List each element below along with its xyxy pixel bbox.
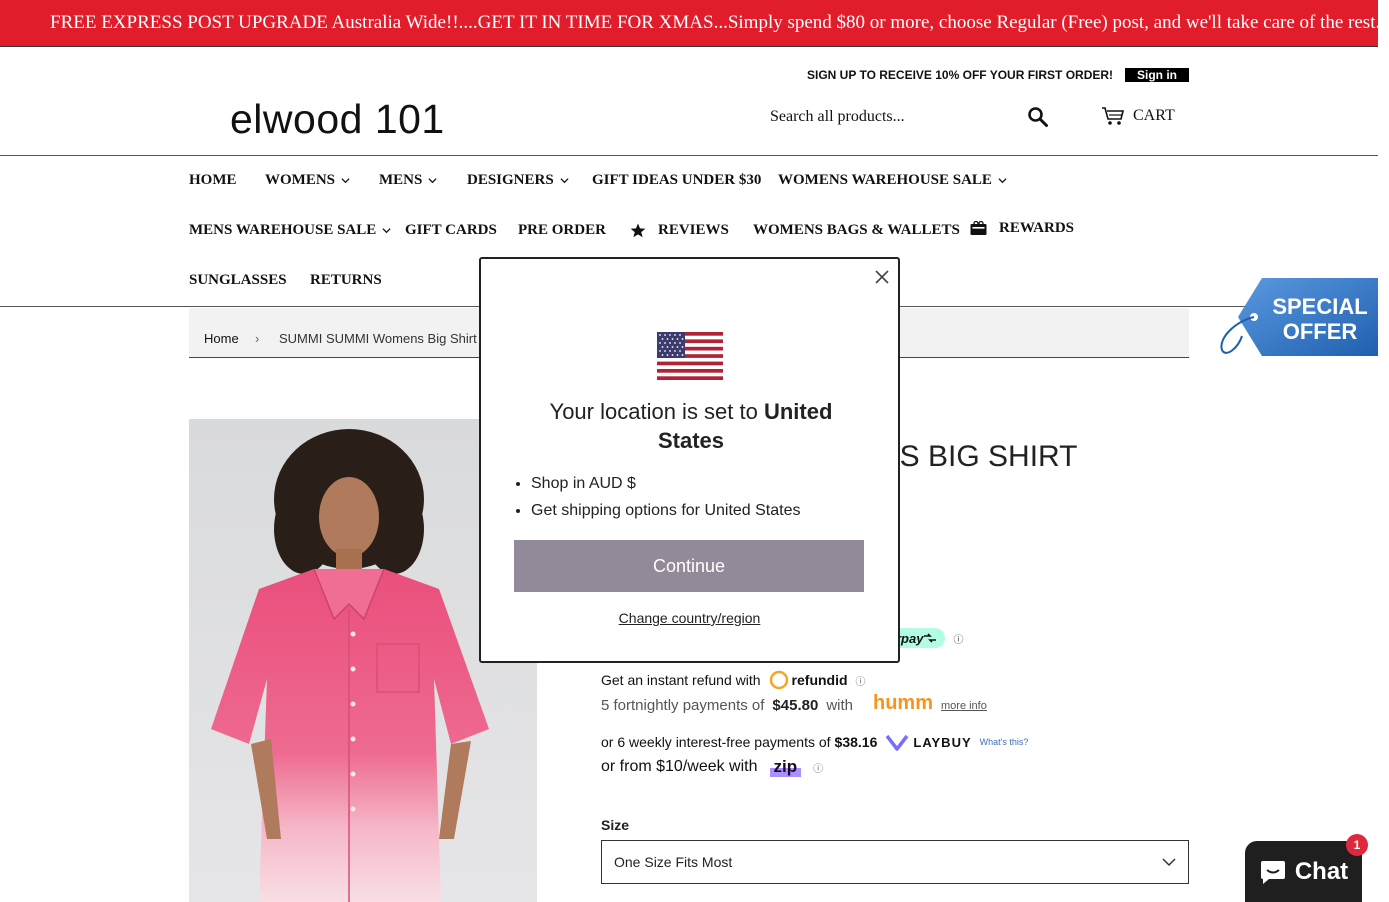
modal-bullet-shipping: Get shipping options for United States — [531, 497, 801, 524]
afterpay-arrows-icon — [924, 633, 937, 643]
site-header: elwood 101 SIGN UP TO RECEIVE 10% OFF YO… — [0, 48, 1378, 156]
humm-logo: humm — [873, 692, 933, 714]
chevron-down-icon — [341, 178, 350, 184]
nav-item-mens-warehouse-sale[interactable]: MENS WAREHOUSE SALE — [189, 222, 391, 239]
search-input[interactable] — [770, 106, 1020, 128]
laybuy-amount: $38.16 — [834, 734, 878, 750]
special-offer-line2: OFFER — [1283, 319, 1358, 344]
us-flag-icon — [657, 332, 723, 380]
cart-link[interactable]: CART — [1101, 105, 1175, 127]
laybuy-logo: LAYBUY — [885, 732, 971, 752]
special-offer-tag[interactable]: SPECIAL OFFER — [1216, 276, 1378, 358]
close-icon[interactable] — [874, 269, 890, 285]
chevron-down-icon — [1162, 858, 1176, 867]
search-button[interactable] — [1027, 106, 1049, 128]
modal-bullet-currency: Shop in AUD $ — [531, 470, 801, 497]
modal-bullet-list: Shop in AUD $ Get shipping options for U… — [531, 470, 801, 524]
chat-notification-badge: 1 — [1346, 834, 1368, 856]
special-offer-badge-icon: SPECIAL OFFER — [1220, 278, 1378, 356]
refundid-row: Get an instant refund with refundid ⓘ — [601, 670, 866, 690]
nav-item-returns[interactable]: RETURNS — [310, 272, 382, 289]
nav-item-mens[interactable]: MENS — [379, 172, 437, 189]
humm-amount: $45.80 — [772, 697, 819, 714]
announcement-text: FREE EXPRESS POST UPGRADE Australia Wide… — [50, 12, 1389, 33]
refundid-ring-icon — [769, 670, 788, 690]
laybuy-row: or 6 weekly interest-free payments of $3… — [601, 732, 1029, 752]
special-offer-line1: SPECIAL — [1272, 294, 1367, 319]
refundid-info-icon[interactable]: ⓘ — [856, 673, 866, 688]
continue-button[interactable]: Continue — [514, 540, 864, 592]
search-icon — [1028, 107, 1048, 127]
chat-label: Chat — [1294, 857, 1349, 885]
cart-icon — [1102, 107, 1125, 125]
size-select[interactable]: One Size Fits Most — [601, 840, 1189, 884]
location-modal: Your location is set to United States Sh… — [479, 257, 900, 663]
site-logo[interactable]: elwood 101 — [230, 96, 445, 143]
modal-title: Your location is set to United States — [549, 399, 833, 453]
nav-item-pre-order[interactable]: PRE ORDER — [518, 222, 606, 239]
size-label: Size — [601, 817, 630, 833]
chevron-down-icon — [560, 178, 569, 184]
chevron-down-icon — [428, 178, 437, 184]
nav-item-womens[interactable]: WOMENS — [265, 172, 350, 189]
humm-row: 5 fortnightly payments of $45.80 with hu… — [601, 692, 987, 714]
size-select-value: One Size Fits Most — [614, 854, 733, 870]
announcement-bar: FREE EXPRESS POST UPGRADE Australia Wide… — [0, 0, 1389, 47]
chat-button[interactable]: Chat — [1245, 841, 1362, 902]
refundid-logo: refundid — [769, 670, 848, 690]
nav-item-home[interactable]: HOME — [189, 172, 237, 189]
nav-item-sunglasses[interactable]: SUNGLASSES — [189, 272, 287, 289]
breadcrumb-separator: › — [255, 331, 260, 346]
zip-row: or from $10/week with zip ⓘ — [601, 757, 824, 777]
change-country-link[interactable]: Change country/region — [481, 610, 898, 626]
chevron-down-icon — [998, 178, 1007, 184]
nav-item-womens-warehouse-sale[interactable]: WOMENS WAREHOUSE SALE — [778, 172, 1007, 189]
star-icon — [630, 223, 646, 238]
nav-item-gift-cards[interactable]: GIFT CARDS — [405, 222, 497, 239]
nav-item-womens-bags-wallets[interactable]: WOMENS BAGS & WALLETS — [753, 222, 960, 239]
laybuy-heart-icon — [885, 734, 909, 751]
nav-item-reviews[interactable]: REVIEWS — [630, 222, 729, 239]
chevron-down-icon — [382, 228, 391, 234]
afterpay-info-icon[interactable]: ⓘ — [953, 631, 963, 646]
cart-label: CART — [1133, 107, 1175, 124]
breadcrumb-home-link[interactable]: Home — [204, 331, 239, 346]
signup-promo-link[interactable]: SIGN UP TO RECEIVE 10% OFF YOUR FIRST OR… — [807, 68, 1113, 82]
zip-logo: zip — [769, 757, 802, 777]
laybuy-whats-this-link[interactable]: What's this? — [980, 737, 1029, 747]
nav-item-rewards[interactable]: REWARDS — [970, 220, 1074, 237]
humm-more-info-link[interactable]: more info — [941, 700, 987, 712]
nav-item-designers[interactable]: DESIGNERS — [467, 172, 569, 189]
nav-item-gift-ideas[interactable]: GIFT IDEAS UNDER $30 — [592, 172, 761, 189]
breadcrumb-current: SUMMI SUMMI Womens Big Shirt — [279, 331, 477, 346]
zip-info-icon[interactable]: ⓘ — [813, 760, 823, 775]
gift-card-icon — [970, 221, 987, 235]
chat-bubble-icon — [1260, 860, 1285, 884]
sign-in-button[interactable]: Sign in — [1125, 68, 1189, 82]
